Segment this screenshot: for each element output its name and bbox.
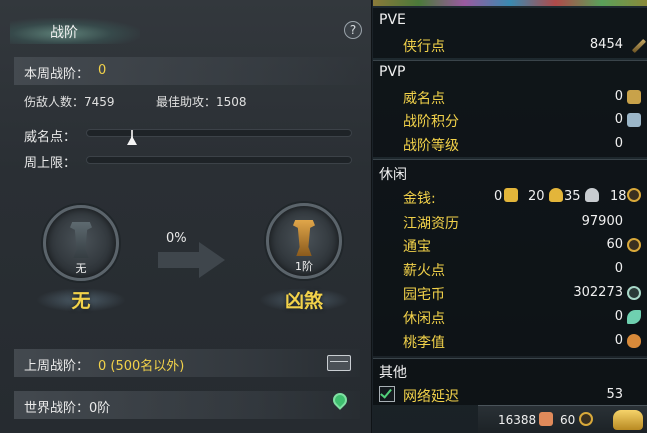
pvp-header: PVP: [379, 64, 406, 80]
current-rank-icon: [70, 222, 92, 258]
gourd-icon: [627, 334, 641, 348]
weekly-cap-label: 周上限：: [24, 156, 77, 171]
tongbao-label: 通宝: [403, 239, 431, 255]
rank-score-label: 战阶积分: [403, 114, 459, 130]
rank-score-value: 0: [614, 112, 623, 127]
currency-panel: PVE 侠行点 8454 PVP 威名点 0 战阶积分 0 战阶等级 0 休闲 …: [373, 0, 647, 433]
money-silver-value: 20: [528, 189, 545, 204]
fame-marker: [127, 136, 137, 145]
next-rank-level: 1阶: [295, 260, 313, 273]
bottom-points-value: 16388: [498, 413, 537, 427]
coin-icon[interactable]: [579, 412, 593, 426]
rank-panel: 战阶 ? 本周战阶： 0 伤敌人数：7459 最佳助攻：1508 威名点： 周上…: [0, 0, 372, 433]
jianghu-exp-value: 97900: [581, 214, 623, 229]
reward-chest-icon[interactable]: [327, 355, 351, 371]
assists-stat: 最佳助攻：1508: [156, 95, 247, 109]
progress-arrow-icon: [199, 242, 225, 278]
panel-title: 战阶: [50, 25, 78, 41]
xinhuo-points-label: 薪火点: [403, 263, 445, 279]
taoli-value-label: 桃李值: [403, 335, 445, 351]
weekly-cap-progress-bar: [86, 156, 352, 164]
world-rank-label: 世界战阶：0阶: [24, 401, 111, 416]
trophy-icon: [627, 113, 641, 127]
house-coin-label: 园宅币: [403, 287, 445, 303]
current-rank-name: 无: [71, 290, 91, 312]
gold-ingot-icon: [504, 188, 518, 202]
leisure-points-value: 0: [614, 309, 623, 324]
jianghu-exp-label: 江湖资历: [403, 216, 459, 232]
bottom-status-bar: 16388 60: [478, 405, 647, 433]
copper-coin-icon: [627, 188, 641, 202]
next-rank-icon: [293, 220, 315, 256]
help-button[interactable]: ?: [344, 21, 362, 39]
network-latency-checkbox[interactable]: [379, 386, 395, 402]
fame-label: 威名点：: [24, 130, 77, 145]
last-week-label: 上周战阶：: [24, 359, 90, 374]
mask-icon: [627, 90, 641, 104]
money-coin-value: 18: [610, 189, 627, 204]
money-gold-value: 0: [494, 189, 503, 204]
coin-icon: [627, 238, 641, 252]
gold-coin-icon: [549, 188, 563, 202]
network-latency-label: 网络延迟: [403, 389, 459, 405]
leisure-header: 休闲: [379, 167, 407, 183]
weekly-rank-value: 0: [98, 63, 107, 78]
pve-header: PVE: [379, 12, 406, 28]
next-rank-name: 凶煞: [284, 290, 323, 312]
tongbao-value: 60: [606, 237, 623, 252]
house-coin-value: 302273: [573, 285, 623, 300]
pve-item-label: 侠行点: [403, 39, 445, 55]
other-header: 其他: [379, 365, 407, 381]
rank-level-value: 0: [614, 136, 623, 151]
weekly-rank-label: 本周战阶：: [24, 67, 90, 82]
scroll-icon[interactable]: [539, 412, 553, 426]
next-rank-badge: 1阶: [266, 203, 342, 279]
gold-ingot-shop-icon[interactable]: [613, 410, 643, 430]
leisure-points-label: 休闲点: [403, 311, 445, 327]
pve-item-value: 8454: [589, 37, 623, 52]
top-decoration-strip: [373, 0, 647, 6]
money-copper-value: 35: [564, 189, 581, 204]
xinhuo-points-value: 0: [614, 261, 623, 276]
check-icon: [380, 386, 392, 399]
network-latency-value: 53: [606, 387, 623, 402]
money-label: 金钱:: [403, 191, 436, 207]
taoli-value: 0: [614, 333, 623, 348]
bottom-coins-value: 60: [560, 413, 576, 427]
rank-progress-percent: 0%: [166, 231, 187, 246]
panel-header: 战阶: [0, 12, 372, 48]
fame-points-value: 0: [614, 89, 623, 104]
last-week-value: 0 (500名以外): [98, 359, 185, 374]
house-coin-icon: [627, 286, 641, 300]
current-rank-level: 无: [75, 262, 87, 275]
current-rank-badge: 无: [43, 205, 119, 281]
fame-progress-bar: [86, 129, 352, 145]
kills-stat: 伤敌人数：7459: [24, 95, 115, 109]
silver-coin-icon: [585, 188, 599, 202]
rank-level-label: 战阶等级: [403, 138, 459, 154]
fame-points-label: 威名点: [403, 91, 445, 107]
